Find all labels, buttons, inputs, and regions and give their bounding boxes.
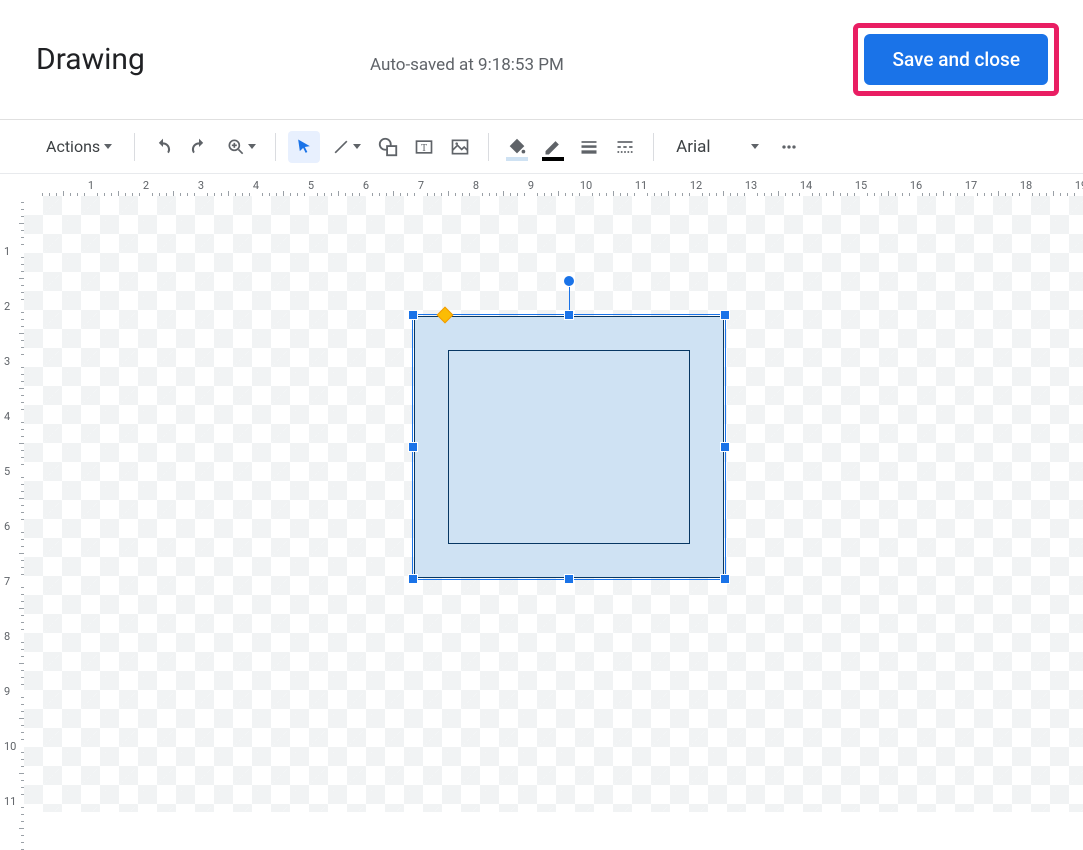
- separator: [653, 133, 654, 161]
- horizontal-ruler: 12345678910111213141516171819: [24, 176, 1083, 196]
- zoom-button[interactable]: [219, 131, 263, 163]
- border-color-button[interactable]: [537, 131, 569, 163]
- line-icon: [331, 137, 351, 157]
- chevron-down-icon: [353, 144, 361, 149]
- image-tool-button[interactable]: [444, 131, 476, 163]
- dialog-title: Drawing: [36, 42, 145, 77]
- rotation-line: [569, 281, 570, 311]
- separator: [134, 133, 135, 161]
- textbox-tool-button[interactable]: T: [408, 131, 440, 163]
- toolbar: Actions T: [0, 120, 1083, 174]
- chevron-down-icon: [751, 144, 759, 149]
- fill-icon: [506, 136, 528, 158]
- actions-menu-button[interactable]: Actions: [36, 131, 122, 162]
- line-tool-button[interactable]: [324, 131, 368, 163]
- undo-button[interactable]: [147, 131, 179, 163]
- more-horizontal-icon: [779, 137, 799, 157]
- redo-icon: [189, 137, 209, 157]
- save-close-highlight: Save and close: [853, 23, 1059, 96]
- frame-shape[interactable]: [414, 316, 724, 578]
- more-options-button[interactable]: [773, 131, 805, 163]
- autosave-status: Auto-saved at 9:18:53 PM: [370, 55, 564, 75]
- cursor-icon: [294, 137, 314, 157]
- undo-icon: [153, 137, 173, 157]
- border-dash-button[interactable]: [609, 131, 641, 163]
- pencil-icon: [543, 137, 563, 157]
- zoom-icon: [226, 137, 246, 157]
- rotation-handle[interactable]: [563, 275, 575, 287]
- shape-icon: [377, 136, 399, 158]
- select-tool-button[interactable]: [288, 131, 320, 163]
- vertical-ruler: 1234567891011: [0, 196, 24, 812]
- shape-tool-button[interactable]: [372, 131, 404, 163]
- chevron-down-icon: [248, 144, 256, 149]
- dialog-header: Drawing Auto-saved at 9:18:53 PM Save an…: [0, 0, 1083, 120]
- actions-label: Actions: [46, 137, 100, 156]
- chevron-down-icon: [104, 144, 112, 149]
- frame-shape-inner: [448, 350, 690, 544]
- separator: [488, 133, 489, 161]
- fill-color-button[interactable]: [501, 131, 533, 163]
- line-dash-icon: [615, 137, 635, 157]
- line-weight-icon: [579, 137, 599, 157]
- svg-text:T: T: [421, 143, 427, 154]
- border-color-swatch: [542, 157, 564, 161]
- separator: [275, 133, 276, 161]
- save-and-close-button[interactable]: Save and close: [864, 34, 1048, 85]
- image-icon: [450, 137, 470, 157]
- drawing-canvas[interactable]: [24, 196, 1083, 812]
- textbox-icon: T: [414, 137, 434, 157]
- border-weight-button[interactable]: [573, 131, 605, 163]
- fill-color-swatch: [506, 157, 528, 161]
- font-label: Arial: [676, 137, 710, 157]
- font-family-select[interactable]: Arial: [666, 133, 768, 161]
- redo-button[interactable]: [183, 131, 215, 163]
